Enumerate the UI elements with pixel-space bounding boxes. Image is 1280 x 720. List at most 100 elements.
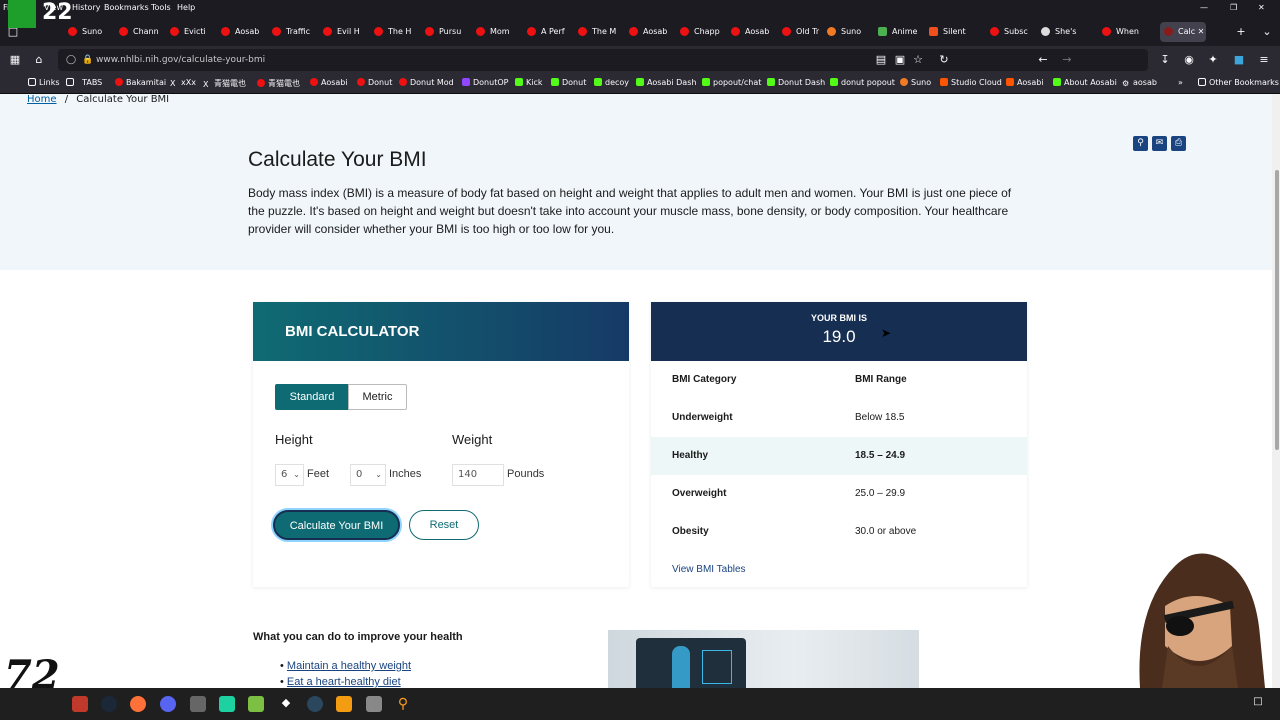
bookmark[interactable]: Aosabi Dash [636, 78, 696, 87]
home-icon[interactable]: ⌂ [32, 53, 46, 67]
bookmark[interactable]: decoy [594, 78, 629, 87]
extensions-icon[interactable]: ✦ [1206, 53, 1220, 67]
bookmark[interactable]: popout/chat [702, 78, 761, 87]
tab[interactable]: Aosab [629, 22, 679, 42]
chevron-down-icon: ⌄ [293, 470, 300, 479]
tab[interactable]: Evil H [323, 22, 373, 42]
menu-history[interactable]: History [72, 3, 100, 12]
tab[interactable]: Anime [878, 22, 928, 42]
tab[interactable]: The H [374, 22, 424, 42]
share-icon[interactable]: ⚲ [1133, 136, 1148, 151]
search-icon[interactable]: ⚲ [395, 696, 411, 712]
bookmark[interactable]: TABS [66, 78, 102, 87]
tab[interactable]: Aosab [731, 22, 781, 42]
controller-icon[interactable] [366, 696, 382, 712]
minimize-icon[interactable]: — [1200, 3, 1208, 12]
tab[interactable]: Suno [827, 22, 877, 42]
account-icon[interactable]: ◉ [1182, 53, 1196, 67]
maintain-weight-link[interactable]: Maintain a healthy weight [287, 660, 411, 672]
new-tab-icon[interactable]: + [1234, 25, 1248, 39]
breadcrumb-home-link[interactable]: Home [27, 94, 57, 105]
menu-help[interactable]: Help [177, 3, 195, 12]
tab[interactable]: Suno [68, 22, 118, 42]
tab[interactable]: Traffic [272, 22, 322, 42]
tab[interactable]: Mom [476, 22, 526, 42]
download-icon[interactable]: ↧ [1158, 53, 1172, 67]
tab[interactable]: The M [578, 22, 628, 42]
chevron-down-icon[interactable]: ⌄ [1260, 25, 1274, 39]
calculate-bmi-button[interactable]: Calculate Your BMI [273, 510, 400, 540]
vlc-icon[interactable] [336, 696, 352, 712]
extension-icon[interactable]: ■ [1232, 53, 1246, 67]
bookmark[interactable]: DonutOP [462, 78, 508, 87]
inches-select[interactable]: 0 ⌄ [350, 464, 386, 486]
firefox-icon[interactable] [130, 696, 146, 712]
bookmark[interactable]: Aosabi [310, 78, 348, 87]
reset-button[interactable]: Reset [409, 510, 479, 540]
bookmark[interactable]: Donut Mod [399, 78, 454, 87]
print-icon[interactable]: ⎙ [1171, 136, 1186, 151]
folder-icon [1198, 78, 1206, 86]
reload-icon[interactable]: ↻ [937, 53, 951, 67]
widget-icon[interactable] [72, 696, 88, 712]
notification-icon[interactable]: □ [1250, 696, 1266, 712]
tab[interactable]: Chapp [680, 22, 730, 42]
heart-healthy-diet-link[interactable]: Eat a heart-healthy diet [287, 676, 401, 688]
bookmark[interactable]: X 青猫電也 [203, 78, 246, 89]
address-bar[interactable]: ◯ 🔒 www.nhlbi.nih.gov/calculate-your-bmi [58, 49, 1148, 71]
tab[interactable]: A Perf [527, 22, 577, 42]
close-window-icon[interactable]: ✕ [1258, 3, 1265, 12]
diamond-icon[interactable]: ◆ [278, 696, 294, 712]
discord-icon[interactable] [160, 696, 176, 712]
reader-icon[interactable]: ▤ [874, 53, 888, 67]
tab[interactable]: Chann [119, 22, 169, 42]
notepad-icon[interactable] [248, 696, 264, 712]
bookmark[interactable]: ⚙ aosab [1122, 78, 1157, 88]
star-icon[interactable]: ☆ [911, 53, 925, 67]
bookmark[interactable]: Aosabi [1006, 78, 1044, 87]
restore-icon[interactable]: ❐ [1230, 3, 1237, 12]
view-bmi-tables-link[interactable]: View BMI Tables [672, 551, 746, 589]
other-bookmarks[interactable]: Other Bookmarks [1198, 78, 1279, 87]
weight-input[interactable]: 140 [452, 464, 504, 486]
table-row-highlighted: Healthy 18.5 – 24.9 [651, 437, 1027, 475]
menu-tools[interactable]: Tools [151, 3, 171, 12]
bookmark[interactable]: Donut [551, 78, 586, 87]
metric-units-button[interactable]: Metric [348, 384, 407, 410]
game-icon[interactable] [190, 696, 206, 712]
scrollbar-thumb[interactable] [1275, 170, 1279, 450]
bookmark[interactable]: donut popout [830, 78, 895, 87]
tab[interactable]: Evicti [170, 22, 220, 42]
feet-select[interactable]: 6 ⌄ [275, 464, 304, 486]
tab[interactable]: Subsc [990, 22, 1040, 42]
steam-icon[interactable] [101, 696, 117, 712]
bookmark[interactable]: Studio Cloud [940, 78, 1002, 87]
tab[interactable]: Silent [929, 22, 979, 42]
bookmark[interactable]: About Aosabi [1053, 78, 1117, 87]
tab-active[interactable]: Calc ✕ [1160, 22, 1206, 42]
sidebar-toggle-icon[interactable]: ▦ [8, 53, 22, 67]
forward-icon[interactable]: → [1060, 53, 1074, 67]
bookmark[interactable]: XxXx [170, 78, 196, 88]
menu-bookmarks[interactable]: Bookmarks [104, 3, 149, 12]
more-bookmarks-icon[interactable]: » [1178, 78, 1183, 87]
bookmark[interactable]: 青猫電也 [257, 78, 300, 89]
bookmark[interactable]: Bakamitai [115, 78, 166, 87]
tab[interactable]: Old Tr [782, 22, 832, 42]
standard-units-button[interactable]: Standard [275, 384, 349, 410]
screenshot-icon[interactable]: ▣ [893, 53, 907, 67]
steam-alt-icon[interactable] [307, 696, 323, 712]
app-icon[interactable] [219, 696, 235, 712]
bookmark[interactable]: Donut Dash [767, 78, 825, 87]
menu-icon[interactable]: ≡ [1257, 53, 1271, 67]
bookmark[interactable]: Suno [900, 78, 931, 87]
email-icon[interactable]: ✉ [1152, 136, 1167, 151]
bookmark[interactable]: Links [28, 78, 60, 87]
tab[interactable]: When [1102, 22, 1152, 42]
tab[interactable]: She's [1041, 22, 1091, 42]
bookmark[interactable]: Kick [515, 78, 543, 87]
tab[interactable]: Aosab [221, 22, 271, 42]
bookmark[interactable]: Donut [357, 78, 392, 87]
back-icon[interactable]: ← [1036, 53, 1050, 67]
tab[interactable]: Pursu [425, 22, 475, 42]
